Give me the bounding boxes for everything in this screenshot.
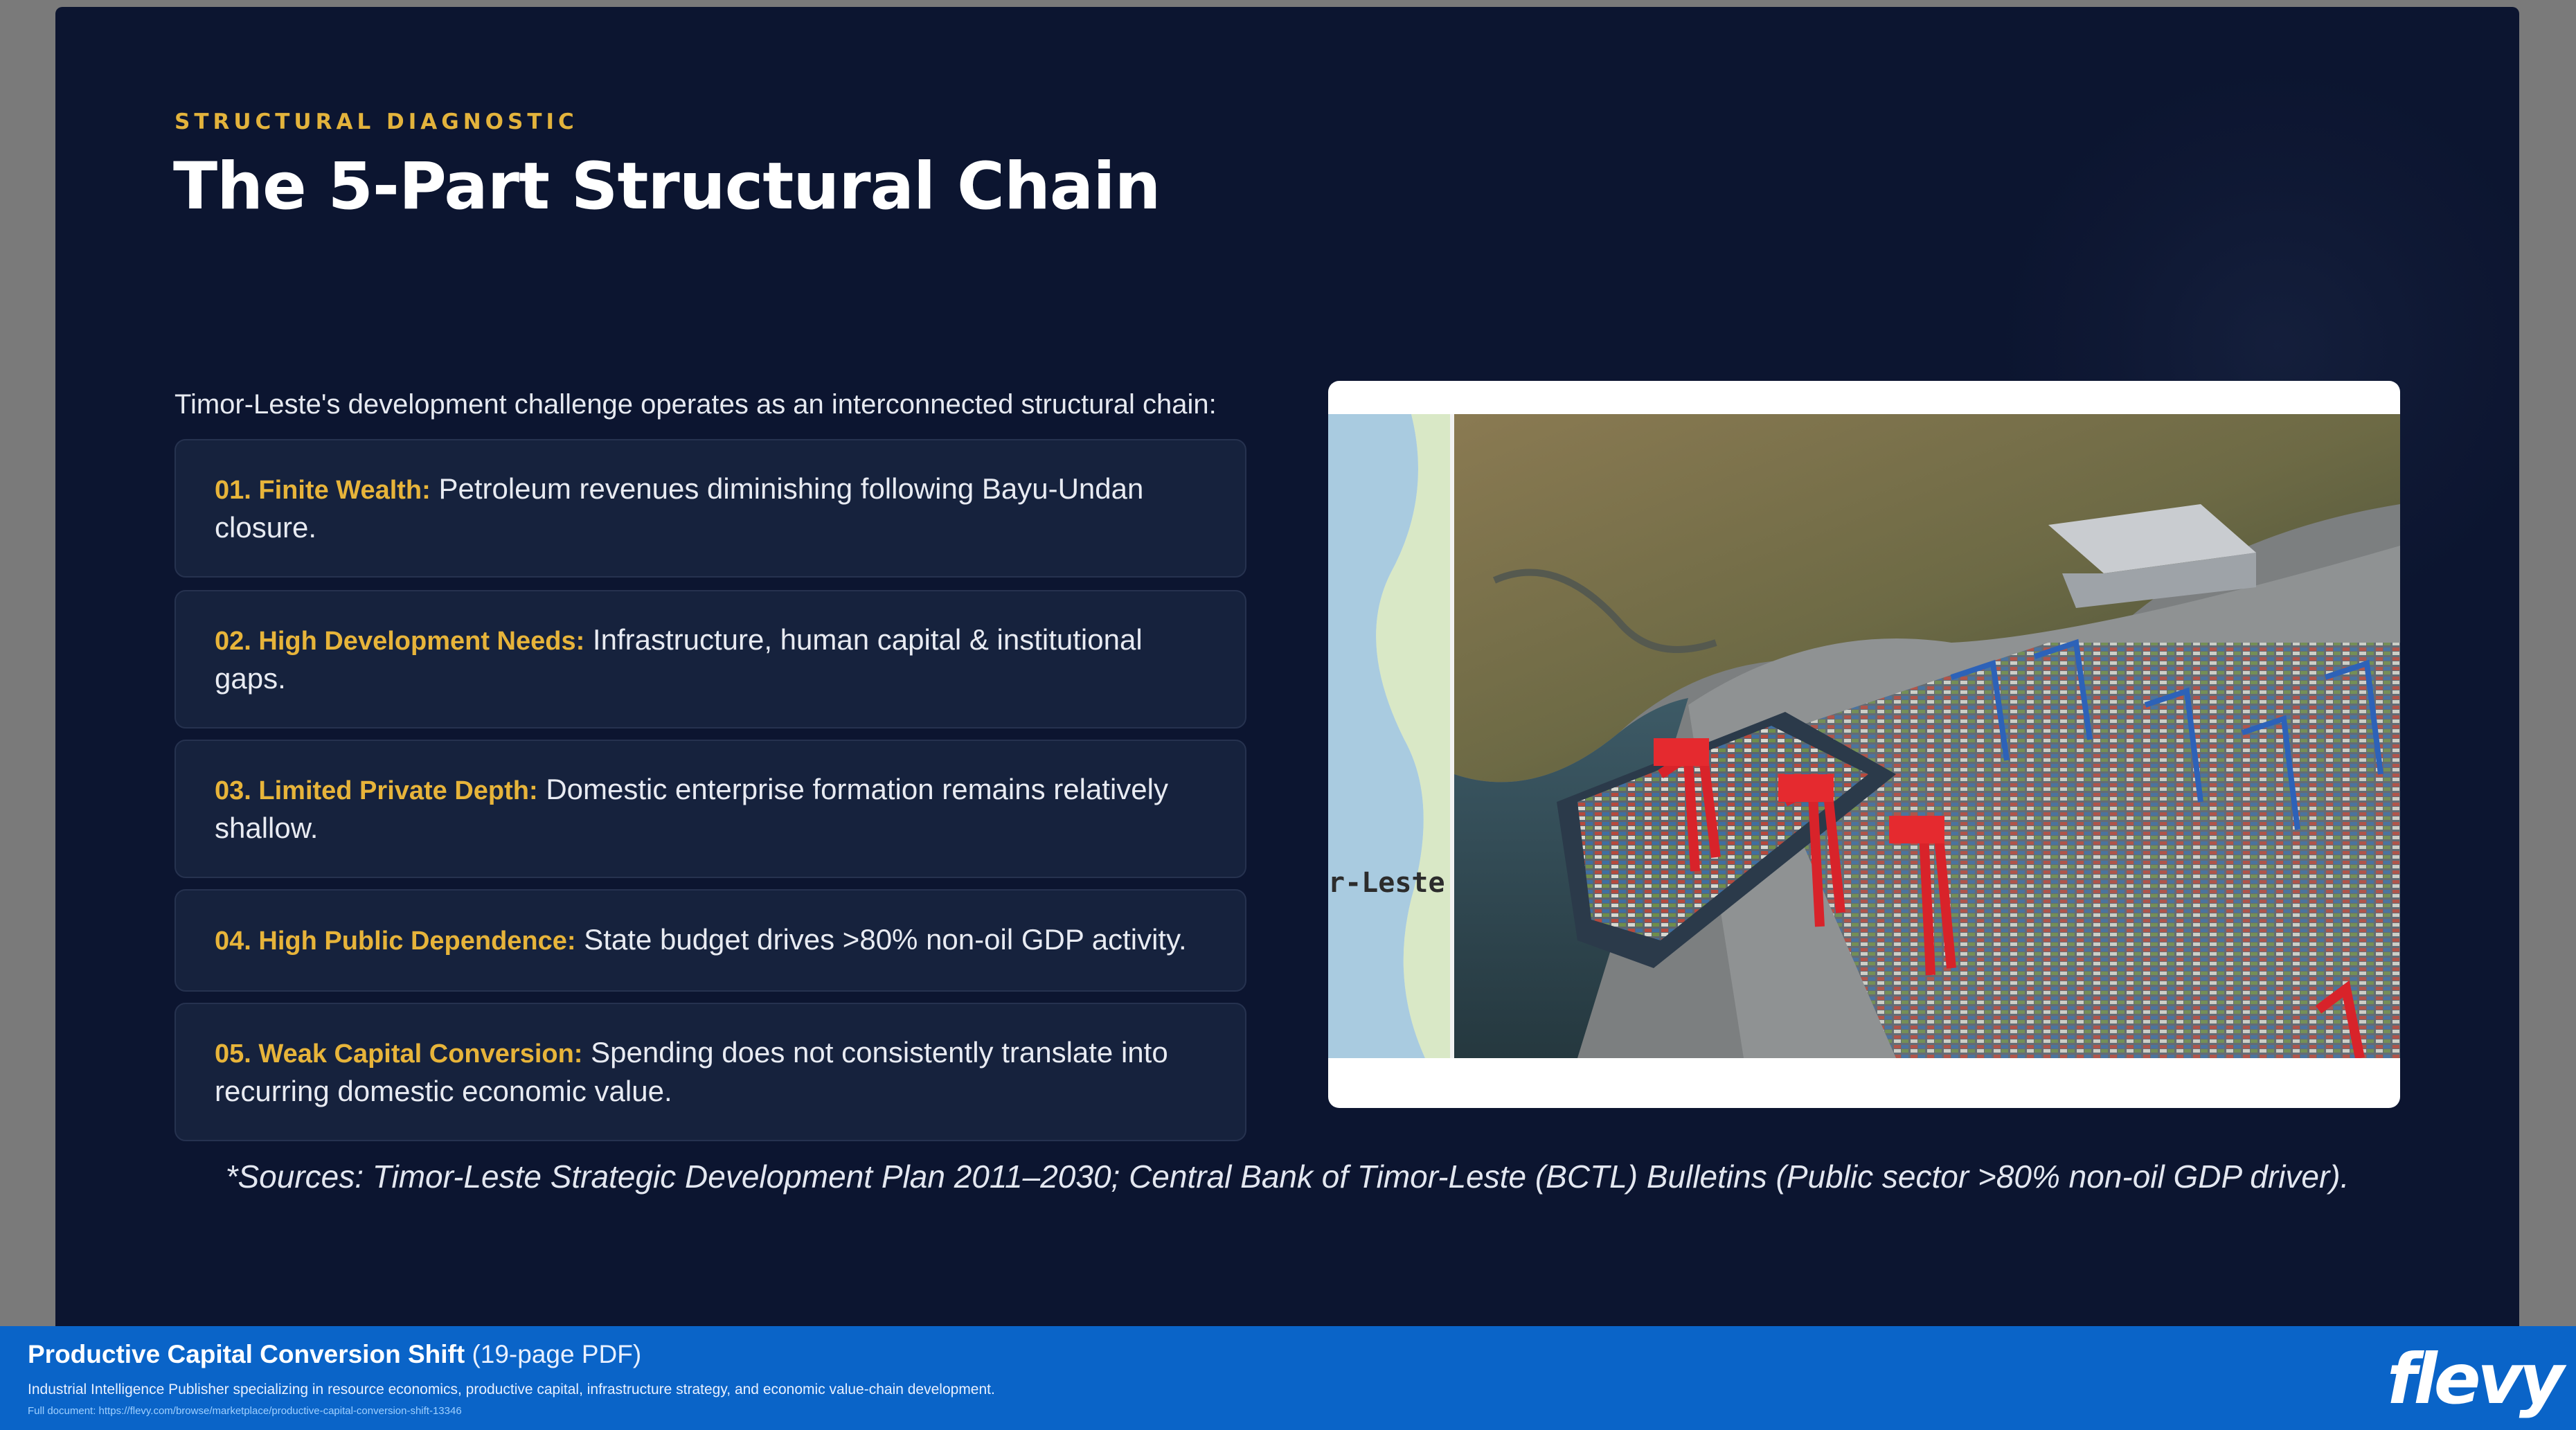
port-aerial-illustration: r-Leste xyxy=(1328,414,2400,1058)
chain-item-1: 01. Finite Wealth: Petroleum revenues di… xyxy=(175,439,1246,578)
slide-title: The 5-Part Structural Chain xyxy=(173,149,1161,224)
source-note: *Sources: Timor-Leste Strategic Developm… xyxy=(225,1159,2350,1195)
port-image-frame: r-Leste xyxy=(1328,381,2400,1108)
chain-item-label: 02. High Development Needs: xyxy=(215,627,585,656)
chain-item-4: 04. High Public Dependence: State budget… xyxy=(175,889,1246,992)
slide-kicker: STRUCTURAL DIAGNOSTIC xyxy=(175,109,578,134)
flevy-logo[interactable]: flevy xyxy=(2387,1339,2564,1420)
chain-item-3: 03. Limited Private Depth: Domestic ente… xyxy=(175,740,1246,878)
document-footer: Productive Capital Conversion Shift (19-… xyxy=(0,1326,2576,1430)
chain-item-2: 02. High Development Needs: Infrastructu… xyxy=(175,590,1246,729)
footer-title: Productive Capital Conversion Shift (19-… xyxy=(28,1340,641,1369)
document-title: Productive Capital Conversion Shift xyxy=(28,1340,465,1368)
map-label: r-Leste xyxy=(1328,867,1445,899)
port-terminal-image: r-Leste xyxy=(1328,414,2400,1058)
chain-item-5: 05. Weak Capital Conversion: Spending do… xyxy=(175,1003,1246,1141)
chain-item-label: 01. Finite Wealth: xyxy=(215,476,431,505)
intro-text: Timor-Leste's development challenge oper… xyxy=(175,389,1217,420)
chain-item-text: State budget drives >80% non-oil GDP act… xyxy=(584,923,1187,956)
chain-item-label: 04. High Public Dependence: xyxy=(215,927,576,956)
publisher-description: Industrial Intelligence Publisher specia… xyxy=(28,1382,995,1397)
chain-item-label: 05. Weak Capital Conversion: xyxy=(215,1039,583,1069)
slide: STRUCTURAL DIAGNOSTIC The 5-Part Structu… xyxy=(55,7,2519,1326)
page-count: (19-page PDF) xyxy=(472,1340,642,1368)
document-link[interactable]: Full document: https://flevy.com/browse/… xyxy=(28,1405,462,1417)
chain-item-label: 03. Limited Private Depth: xyxy=(215,776,538,805)
